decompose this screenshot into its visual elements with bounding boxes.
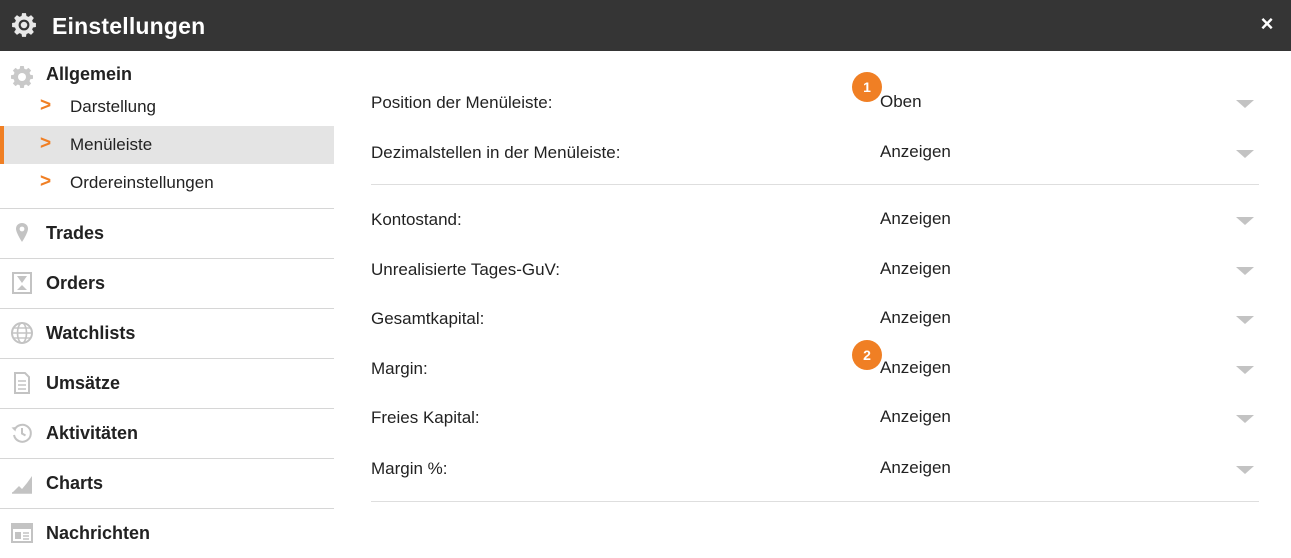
close-icon[interactable]: ×	[1255, 12, 1279, 36]
freies-kapital-dropdown[interactable]: Anzeigen	[880, 393, 1260, 443]
gear-icon	[11, 66, 33, 88]
chevron-down-icon	[1236, 217, 1254, 225]
setting-row-dezimalstellen: Dezimalstellen in der Menüleiste: Anzeig…	[334, 128, 1291, 178]
kontostand-dropdown[interactable]: Anzeigen	[880, 195, 1260, 245]
sidebar-subitem-label: Ordereinstellungen	[70, 173, 214, 192]
chevron-right-icon: >	[40, 133, 52, 154]
settings-sidebar: Allgemein > Darstellung > Menüleiste > O…	[0, 51, 334, 557]
dropdown-value: Anzeigen	[880, 259, 951, 278]
dezimalstellen-dropdown[interactable]: Anzeigen	[880, 128, 1260, 178]
sidebar-item-label: Watchlists	[46, 323, 136, 343]
gear-icon	[12, 13, 36, 37]
setting-row-position-menueleiste: Position der Menüleiste: Oben	[334, 78, 1291, 128]
setting-label: Dezimalstellen in der Menüleiste:	[371, 143, 621, 162]
sidebar-item-label: Orders	[46, 273, 106, 293]
settings-panel: Position der Menüleiste: Oben Dezimalste…	[334, 51, 1291, 557]
setting-label: Margin:	[371, 359, 428, 378]
setting-row-unrealisierte-tages-guv: Unrealisierte Tages-GuV: Anzeigen	[334, 245, 1291, 295]
chevron-right-icon: >	[40, 95, 52, 116]
sidebar-item-nachrichten[interactable]: Nachrichten	[0, 509, 334, 558]
setting-label: Margin %:	[371, 459, 448, 478]
sidebar-subitem-menueleiste[interactable]: > Menüleiste	[0, 126, 334, 164]
position-menueleiste-dropdown[interactable]: Oben	[880, 78, 1260, 128]
dropdown-value: Oben	[880, 92, 922, 111]
setting-row-freies-kapital: Freies Kapital: Anzeigen	[334, 393, 1291, 443]
margin-prozent-dropdown[interactable]: Anzeigen	[880, 444, 1260, 494]
sidebar-item-aktivitaeten[interactable]: Aktivitäten	[0, 409, 334, 458]
chevron-down-icon	[1236, 267, 1254, 275]
chevron-down-icon	[1236, 316, 1254, 324]
sidebar-item-trades[interactable]: Trades	[0, 209, 334, 258]
gesamtkapital-dropdown[interactable]: Anzeigen	[880, 294, 1260, 344]
map-pin-icon	[16, 223, 28, 242]
chevron-down-icon	[1236, 415, 1254, 423]
section-divider	[371, 184, 1259, 185]
dropdown-value: Anzeigen	[880, 458, 951, 477]
sidebar-item-label: Allgemein	[46, 64, 133, 84]
sidebar-item-umsaetze[interactable]: Umsätze	[0, 359, 334, 408]
margin-dropdown[interactable]: Anzeigen	[880, 344, 1260, 394]
setting-row-gesamtkapital: Gesamtkapital: Anzeigen	[334, 294, 1291, 344]
dropdown-value: Anzeigen	[880, 142, 951, 161]
chevron-down-icon	[1236, 150, 1254, 158]
sidebar-subitem-label: Menüleiste	[70, 135, 153, 154]
step-badge-1: 1	[852, 72, 882, 102]
dropdown-value: Anzeigen	[880, 308, 951, 327]
sidebar-subitem-label: Darstellung	[70, 97, 156, 116]
document-icon	[14, 372, 30, 394]
sidebar-item-charts[interactable]: Charts	[0, 459, 334, 508]
setting-row-kontostand: Kontostand: Anzeigen	[334, 195, 1291, 245]
chevron-down-icon	[1236, 366, 1254, 374]
sidebar-item-watchlists[interactable]: Watchlists	[0, 309, 334, 358]
area-chart-icon	[12, 476, 32, 494]
chevron-down-icon	[1236, 100, 1254, 108]
sidebar-item-label: Nachrichten	[46, 523, 151, 543]
unrealisierte-tages-guv-dropdown[interactable]: Anzeigen	[880, 245, 1260, 295]
globe-icon	[11, 322, 33, 344]
chevron-right-icon: >	[40, 171, 52, 192]
setting-label: Unrealisierte Tages-GuV:	[371, 260, 560, 279]
dropdown-value: Anzeigen	[880, 209, 951, 228]
title-bar: Einstellungen ×	[0, 0, 1291, 51]
chevron-down-icon	[1236, 466, 1254, 474]
sidebar-item-label: Umsätze	[46, 373, 121, 393]
hourglass-icon	[12, 272, 32, 294]
step-badge-2: 2	[852, 340, 882, 370]
sidebar-item-label: Aktivitäten	[46, 423, 139, 443]
setting-row-margin: Margin: Anzeigen	[334, 344, 1291, 394]
sidebar-item-label: Charts	[46, 473, 104, 493]
newspaper-icon	[11, 523, 33, 543]
setting-row-margin-prozent: Margin %: Anzeigen	[334, 444, 1291, 494]
sidebar-subitem-darstellung[interactable]: > Darstellung	[0, 88, 334, 126]
dropdown-value: Anzeigen	[880, 358, 951, 377]
setting-label: Freies Kapital:	[371, 408, 480, 427]
setting-label: Position der Menüleiste:	[371, 93, 553, 112]
dropdown-value: Anzeigen	[880, 407, 951, 426]
sidebar-subitem-ordereinstellungen[interactable]: > Ordereinstellungen	[0, 164, 334, 202]
setting-label: Gesamtkapital:	[371, 309, 485, 328]
window-title: Einstellungen	[52, 13, 206, 39]
sidebar-item-label: Trades	[46, 223, 105, 243]
sidebar-item-orders[interactable]: Orders	[0, 259, 334, 308]
section-divider	[371, 501, 1259, 502]
history-icon	[11, 423, 32, 443]
setting-label: Kontostand:	[371, 210, 462, 229]
